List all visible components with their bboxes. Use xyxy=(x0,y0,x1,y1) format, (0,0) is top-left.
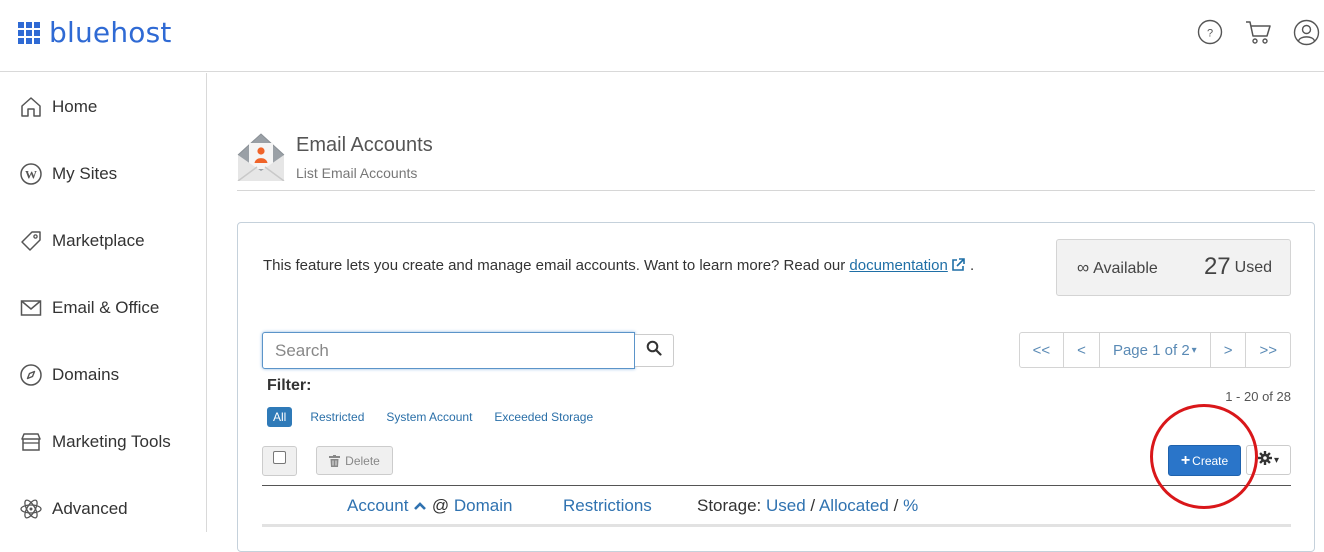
checkbox-box xyxy=(273,451,286,464)
envelope-icon xyxy=(18,295,44,321)
usage-stats: ∞ Available 27 Used xyxy=(1056,239,1291,296)
feature-description: This feature lets you create and manage … xyxy=(263,257,974,276)
page-select[interactable]: Page 1 of 2 ▾ xyxy=(1100,333,1211,367)
separator: / xyxy=(810,496,816,515)
delete-button[interactable]: Delete xyxy=(316,446,393,475)
help-icon[interactable]: ? xyxy=(1196,18,1224,46)
page-header: Email Accounts List Email Accounts xyxy=(237,133,1315,191)
sort-percent-link[interactable]: % xyxy=(903,496,918,515)
result-range: 1 - 20 of 28 xyxy=(1225,389,1291,404)
create-button[interactable]: + Create xyxy=(1168,445,1241,476)
description-end: . xyxy=(970,257,975,274)
used-stat: 27 Used xyxy=(1204,253,1272,281)
sidebar-item-my-sites[interactable]: W My Sites xyxy=(18,159,117,189)
used-label: Used xyxy=(1234,259,1272,276)
sort-domain-link[interactable]: Domain xyxy=(454,496,513,515)
sidebar-item-advanced[interactable]: Advanced xyxy=(18,494,128,524)
svg-text:W: W xyxy=(25,168,37,182)
select-all-checkbox[interactable] xyxy=(262,446,297,476)
sidebar-item-home[interactable]: Home xyxy=(18,92,97,122)
search-button[interactable] xyxy=(635,334,674,367)
logo-grid-icon xyxy=(18,21,40,44)
sort-allocated-link[interactable]: Allocated xyxy=(819,496,889,515)
sort-account-link[interactable]: Account xyxy=(347,496,408,515)
wordpress-icon: W xyxy=(18,161,44,187)
first-page-button[interactable]: << xyxy=(1020,333,1065,367)
atom-icon xyxy=(18,496,44,522)
sidebar-item-domains[interactable]: Domains xyxy=(18,360,119,390)
settings-dropdown-button[interactable]: ▾ xyxy=(1246,445,1291,475)
filter-restricted[interactable]: Restricted xyxy=(310,410,364,424)
svg-text:?: ? xyxy=(1207,28,1213,40)
filter-exceeded-storage[interactable]: Exceeded Storage xyxy=(494,410,593,424)
used-count: 27 xyxy=(1203,253,1231,280)
sort-restrictions-link[interactable]: Restrictions xyxy=(563,496,652,515)
sidebar-item-email-office[interactable]: Email & Office xyxy=(18,293,159,323)
cart-icon[interactable] xyxy=(1244,18,1272,46)
account-icon[interactable] xyxy=(1292,18,1320,46)
description-text: This feature lets you create and manage … xyxy=(263,257,850,274)
filter-options: All Restricted System Account Exceeded S… xyxy=(267,407,615,427)
header-icons: ? xyxy=(1176,18,1320,46)
gear-icon xyxy=(1257,450,1272,470)
search-input[interactable] xyxy=(262,332,635,369)
sort-asc-icon xyxy=(413,496,427,515)
filter-system-account[interactable]: System Account xyxy=(386,410,472,424)
next-page-button[interactable]: > xyxy=(1211,333,1247,367)
sidebar-item-label: My Sites xyxy=(52,164,118,183)
caret-down-icon: ▾ xyxy=(1191,344,1197,356)
page-select-label: Page 1 of 2 xyxy=(1112,341,1190,359)
restrictions-column-header: Restrictions xyxy=(563,496,652,516)
storage-column-header: Storage: Used / Allocated / % xyxy=(697,496,918,516)
search-group xyxy=(262,332,674,369)
documentation-link[interactable]: documentation xyxy=(849,257,965,274)
available-stat: ∞ Available xyxy=(1077,258,1158,278)
sidebar-item-marketplace[interactable]: Marketplace xyxy=(18,226,145,256)
store-icon xyxy=(18,429,44,455)
email-accounts-panel: This feature lets you create and manage … xyxy=(237,222,1315,552)
separator: / xyxy=(893,496,899,515)
compass-icon xyxy=(18,362,44,388)
sidebar-item-label: Advanced xyxy=(52,499,128,518)
table-header: Account @ Domain Restrictions Storage: U… xyxy=(262,485,1291,527)
page-title: Email Accounts xyxy=(296,134,433,156)
filter-label: Filter: xyxy=(267,377,312,394)
documentation-link-text: documentation xyxy=(849,257,948,274)
sidebar-item-label: Marketing Tools xyxy=(52,432,171,451)
tag-icon xyxy=(18,228,44,254)
prev-page-button[interactable]: < xyxy=(1064,333,1100,367)
sidebar-item-marketing-tools[interactable]: Marketing Tools xyxy=(18,427,171,457)
available-label: Available xyxy=(1093,260,1158,277)
home-icon xyxy=(18,94,44,120)
top-bar: bluehost ? xyxy=(0,0,1324,72)
trash-icon xyxy=(329,454,341,467)
filter-all[interactable]: All xyxy=(267,407,293,427)
pagination: << < Page 1 of 2 ▾ > >> xyxy=(1018,332,1291,368)
sidebar-item-label: Domains xyxy=(52,365,120,384)
page-subtitle: List Email Accounts xyxy=(296,165,418,181)
account-domain-column-header: Account @ Domain xyxy=(347,496,513,516)
sidebar-item-label: Marketplace xyxy=(52,231,145,250)
sort-used-link[interactable]: Used xyxy=(766,496,806,515)
storage-label: Storage: xyxy=(697,496,762,515)
caret-down-icon: ▾ xyxy=(1273,454,1280,466)
email-accounts-icon xyxy=(237,133,285,182)
delete-label: Delete xyxy=(345,453,380,468)
main-content: Email Accounts List Email Accounts This … xyxy=(207,73,1324,552)
bluehost-logo[interactable]: bluehost xyxy=(18,16,172,49)
brand-name: bluehost xyxy=(49,16,172,49)
plus-icon: + xyxy=(1180,451,1191,469)
create-label: Create xyxy=(1192,453,1229,468)
sidebar-item-label: Email & Office xyxy=(52,298,160,317)
sidebar-item-label: Home xyxy=(52,97,98,116)
sidebar: Home W My Sites Marketplace Email & Offi… xyxy=(0,73,207,532)
last-page-button[interactable]: >> xyxy=(1246,333,1290,367)
at-symbol: @ xyxy=(431,496,450,515)
external-link-icon xyxy=(951,257,966,276)
search-icon xyxy=(646,340,662,361)
infinity-symbol: ∞ xyxy=(1077,258,1090,277)
